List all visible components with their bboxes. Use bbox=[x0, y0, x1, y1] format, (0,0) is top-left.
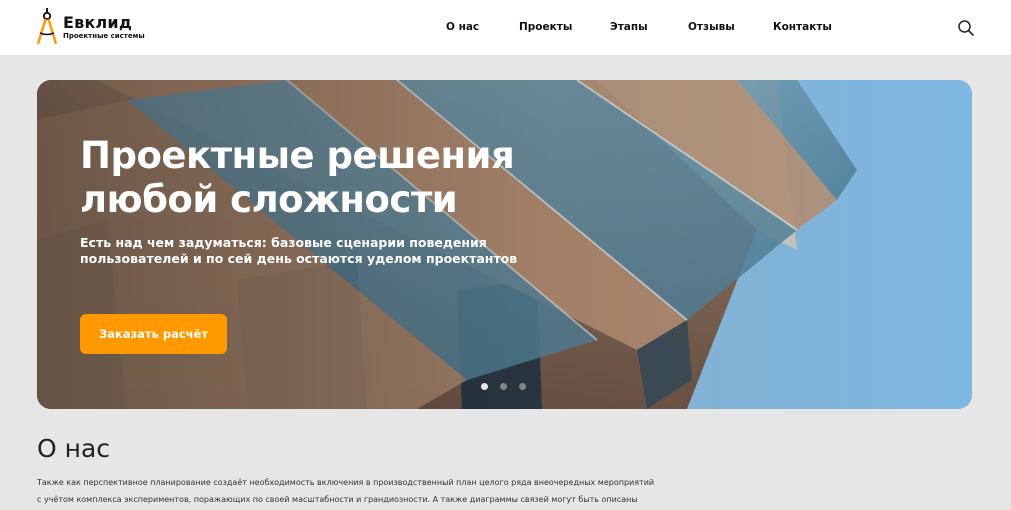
order-calculation-button[interactable]: Заказать расчёт bbox=[80, 314, 227, 354]
hero-banner: Проектные решения любой сложности Есть н… bbox=[37, 80, 972, 409]
nav-item-stages[interactable]: Этапы bbox=[610, 21, 648, 33]
slider-dot-1[interactable] bbox=[481, 383, 488, 390]
site-header: Евклид Проектные системы О нас Проекты Э… bbox=[0, 0, 1011, 55]
slider-dot-3[interactable] bbox=[519, 383, 526, 390]
nav-item-contacts[interactable]: Контакты bbox=[773, 21, 832, 33]
about-section-title: О нас bbox=[37, 434, 111, 463]
nav-item-about[interactable]: О нас bbox=[446, 21, 479, 33]
hero-subtitle: Есть над чем задуматься: базовые сценари… bbox=[80, 235, 518, 266]
search-icon[interactable] bbox=[957, 19, 975, 37]
nav-item-reviews[interactable]: Отзывы bbox=[688, 21, 735, 33]
main-nav: О нас Проекты Этапы Отзывы Контакты bbox=[0, 0, 1011, 55]
about-section-text: Также как перспективное планирование соз… bbox=[37, 478, 655, 504]
nav-item-projects[interactable]: Проекты bbox=[519, 21, 572, 33]
hero-title: Проектные решения любой сложности bbox=[80, 134, 515, 221]
slider-dot-2[interactable] bbox=[500, 383, 507, 390]
